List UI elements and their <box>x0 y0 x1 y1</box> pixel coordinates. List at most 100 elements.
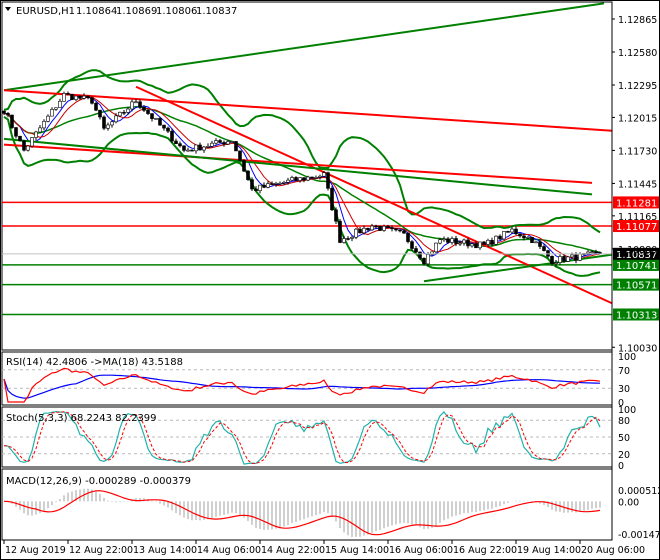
candle <box>154 118 158 120</box>
trading-chart[interactable]: RSI(14) 42.4806 ->MA(18) 43.5188 Stoch(5… <box>0 0 660 560</box>
candle <box>442 238 446 241</box>
candle <box>270 183 274 185</box>
chart-header: EURUSD,H1 1.10864 1.10869 1.10806 1.1083… <box>5 6 237 17</box>
rsi-tick-label: 30 <box>618 384 630 395</box>
candle <box>254 188 258 192</box>
macd-tick-label: 0.00 <box>618 497 639 508</box>
candle <box>210 142 214 147</box>
candle <box>362 227 366 234</box>
candle <box>574 254 578 261</box>
candle <box>214 140 218 144</box>
candle <box>230 141 234 143</box>
candle <box>506 231 510 233</box>
candle <box>10 114 14 128</box>
high-value: 1.10869 <box>116 6 157 17</box>
rsi-tick-label: 70 <box>618 366 630 377</box>
price-tick-label: 1.12865 <box>618 15 657 26</box>
candle <box>594 251 598 254</box>
candle <box>386 225 390 228</box>
time-tick-label: 15 Aug 14:00 <box>325 545 389 556</box>
price-tick-label: 1.11165 <box>618 212 657 223</box>
candle <box>94 102 98 111</box>
candle <box>334 209 338 222</box>
candle <box>318 175 322 178</box>
candle <box>174 140 178 144</box>
candle <box>374 225 378 228</box>
candle <box>226 141 230 145</box>
candle <box>66 93 70 95</box>
candle <box>502 231 506 240</box>
time-tick-label: 14 Aug 06:00 <box>197 545 261 556</box>
candle <box>22 140 26 151</box>
candle <box>354 228 358 238</box>
low-value: 1.10806 <box>156 6 197 17</box>
candle <box>126 108 130 113</box>
time-tick-label: 13 Aug 14:00 <box>133 545 197 556</box>
candle <box>470 243 474 247</box>
candle <box>258 184 262 192</box>
candle <box>534 241 538 244</box>
candle <box>150 113 154 119</box>
candle <box>26 145 30 151</box>
price-tick-label: 1.12295 <box>618 81 657 92</box>
symbol-label: EURUSD,H1 <box>16 6 75 17</box>
candle <box>530 236 534 243</box>
candle <box>54 107 58 110</box>
candle <box>186 149 190 152</box>
candle <box>282 182 286 184</box>
candle <box>222 142 226 145</box>
candle <box>422 257 426 265</box>
candle <box>446 238 450 243</box>
time-tick-label: 19 Aug 14:00 <box>517 545 581 556</box>
candle <box>586 251 590 254</box>
candle <box>274 182 278 185</box>
level-price-label: 1.11281 <box>616 198 657 209</box>
candle <box>166 127 170 132</box>
candle <box>70 93 74 100</box>
time-tick-label: 20 Aug 06:00 <box>581 545 645 556</box>
stoch-tick-label: 50 <box>618 433 630 444</box>
candle <box>590 251 594 254</box>
candle <box>114 115 118 123</box>
candle <box>86 95 90 98</box>
candle <box>330 188 334 211</box>
candle <box>578 253 582 261</box>
candle <box>550 255 554 264</box>
candle <box>2 110 6 114</box>
candle <box>106 124 110 129</box>
candle <box>262 184 266 188</box>
candle <box>246 170 250 180</box>
candle <box>310 176 314 179</box>
candle <box>398 229 402 232</box>
macd-tick-label: 0.000512 <box>618 486 660 497</box>
candle <box>294 177 298 181</box>
stoch-title: Stoch(5,3,3) 68.2243 82.2399 <box>6 413 157 424</box>
candle <box>290 177 294 181</box>
candle <box>410 241 414 249</box>
candle <box>322 172 326 177</box>
level-price-label: 1.10571 <box>616 281 657 292</box>
candle <box>438 239 442 244</box>
candle <box>130 101 134 110</box>
candle <box>350 237 354 239</box>
candle <box>238 150 242 161</box>
close-value: 1.10837 <box>196 6 237 17</box>
candle <box>402 230 406 234</box>
candle <box>122 111 126 114</box>
level-price-label: 1.11077 <box>616 222 657 233</box>
candle <box>538 241 542 247</box>
candle <box>242 160 246 172</box>
candle <box>382 225 386 231</box>
candle <box>478 241 482 249</box>
candle <box>302 177 306 181</box>
candle <box>454 238 458 244</box>
candle <box>250 179 254 190</box>
level-price-label: 1.10741 <box>616 261 657 272</box>
candle <box>518 233 522 237</box>
candle <box>418 251 422 259</box>
candle <box>30 137 34 147</box>
candle <box>426 254 430 265</box>
candle <box>566 256 570 262</box>
candle <box>466 239 470 247</box>
candle <box>490 239 494 245</box>
